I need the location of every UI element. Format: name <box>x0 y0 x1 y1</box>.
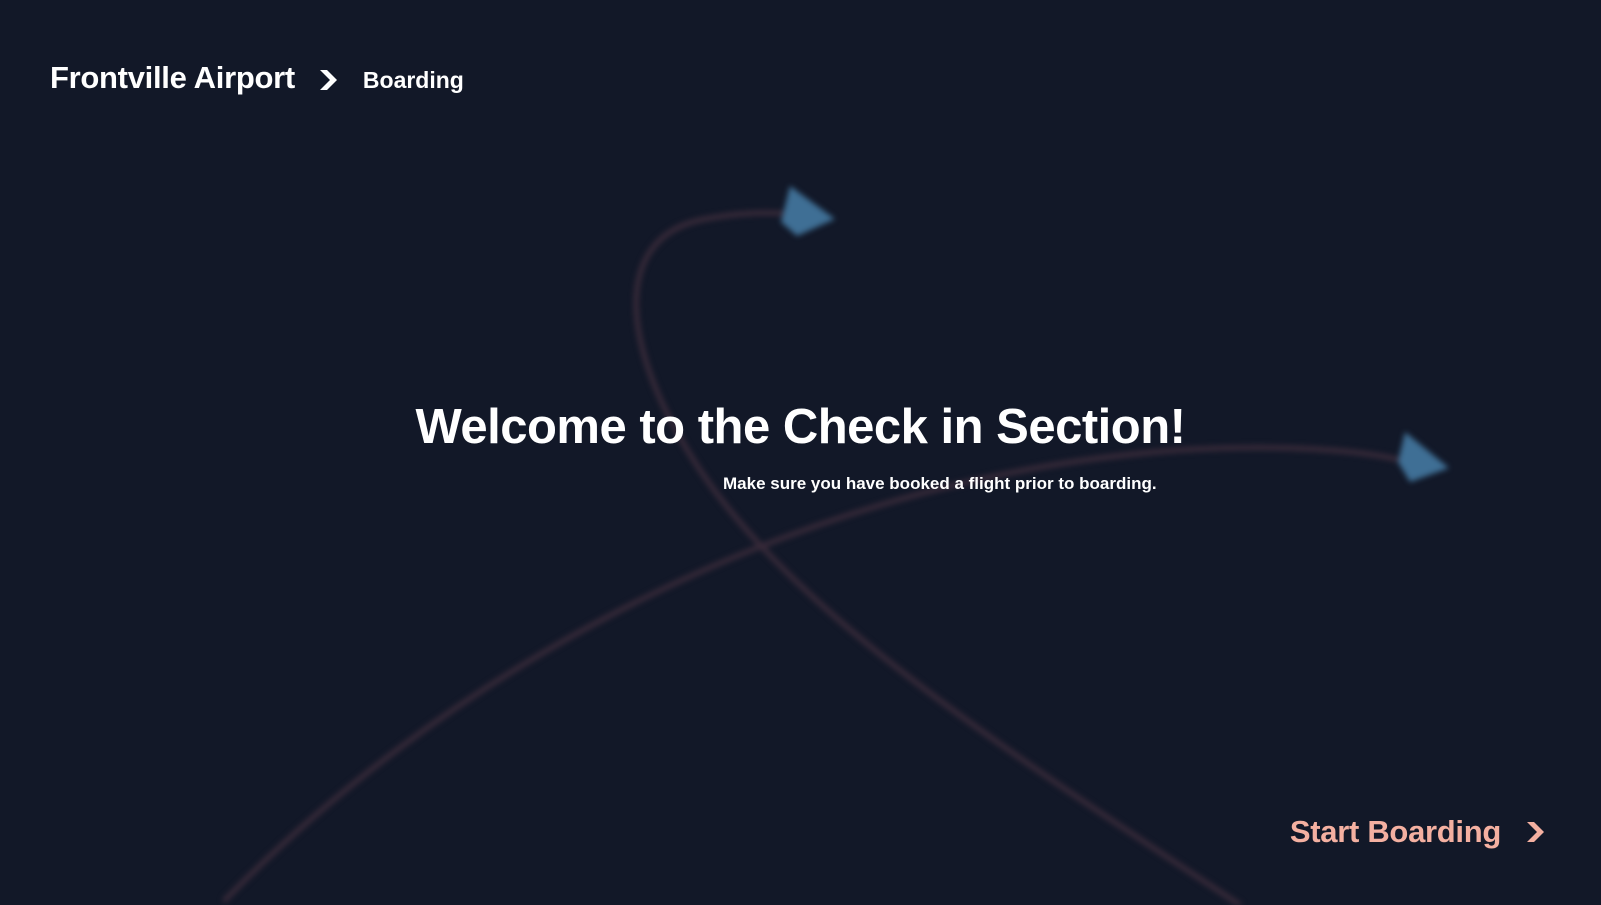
paper-plane-icon <box>781 186 835 236</box>
hero: Welcome to the Check in Section! <box>0 398 1601 456</box>
start-boarding-button[interactable]: Start Boarding <box>1290 814 1545 850</box>
brand-link[interactable]: Frontville Airport <box>50 60 295 96</box>
page: Frontville Airport Boarding Welcome to t… <box>0 0 1601 905</box>
page-title: Welcome to the Check in Section! <box>415 400 1186 454</box>
breadcrumb: Frontville Airport Boarding <box>50 56 464 100</box>
start-boarding-label: Start Boarding <box>1289 814 1501 849</box>
chevron-right-icon <box>319 70 337 90</box>
chevron-right-icon <box>1527 822 1544 842</box>
breadcrumb-current: Boarding <box>362 66 464 93</box>
flight-trail-1 <box>222 445 1403 903</box>
page-subtitle: Make sure you have booked a flight prior… <box>723 474 1157 493</box>
